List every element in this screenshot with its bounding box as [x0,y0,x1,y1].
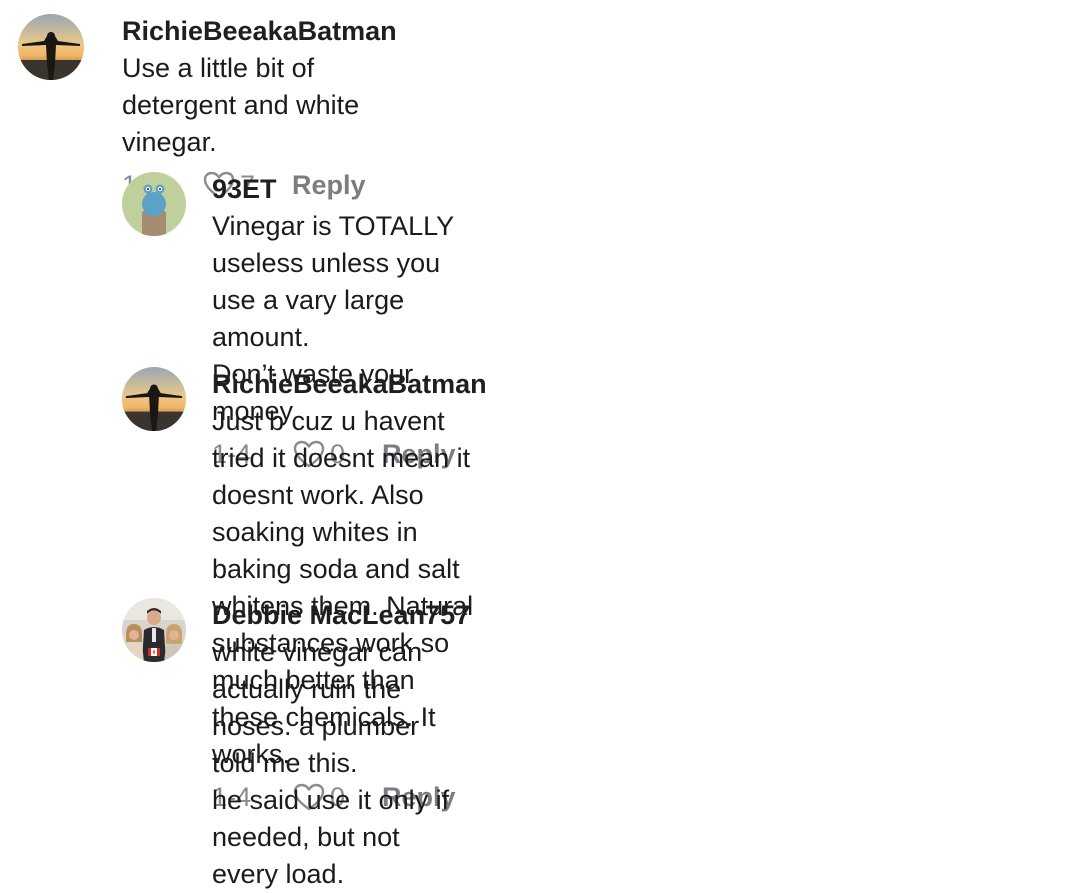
comment-text: white vinegar can actually ruin the hose… [212,637,450,889]
cartoon-creature-avatar[interactable] [122,172,186,236]
family-photo-avatar[interactable] [122,598,186,662]
comment-username[interactable]: Debbie MacLean757 [212,598,470,632]
comment-username[interactable]: RichieBeeakaBatman [122,14,397,48]
comment-text: Use a little bit of detergent and white … [122,53,360,157]
comment-username[interactable]: RichieBeeakaBatman [212,367,487,401]
sunset-silhouette-avatar[interactable] [122,367,186,431]
sunset-silhouette-avatar[interactable] [18,14,84,80]
comment-username[interactable]: 93ET [212,172,456,206]
comment-body: Debbie MacLean757 white vinegar can actu… [212,598,470,893]
